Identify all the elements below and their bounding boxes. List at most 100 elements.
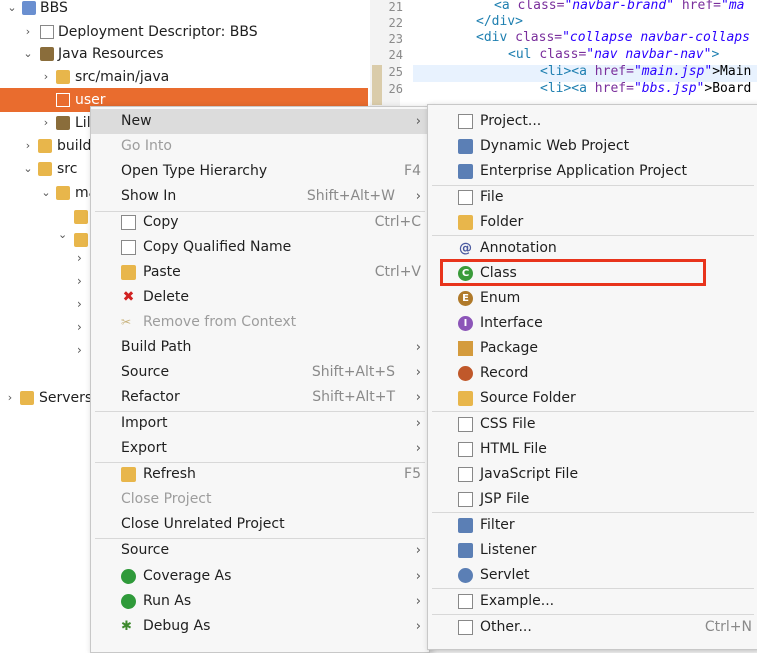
menu-item-open-type-hierarchy[interactable]: Open Type Hierarchy F4: [91, 159, 429, 184]
chevron-down-icon[interactable]: ⌄: [40, 181, 52, 205]
tree-item-java-resources[interactable]: ⌄ Java Resources: [0, 42, 368, 66]
menu-item-copy[interactable]: Copy Ctrl+C: [91, 210, 429, 235]
chevron-right-icon: ›: [415, 441, 421, 456]
line-number: 23: [388, 32, 403, 46]
tree-item-build[interactable]: › build: [0, 134, 92, 158]
menu-item-source-2[interactable]: Source ›: [91, 538, 429, 563]
menu-item-other[interactable]: Other... Ctrl+N: [428, 615, 757, 640]
tree-item-main[interactable]: ⌄ ma: [0, 181, 97, 205]
menu-item-javascript-file[interactable]: JavaScript File: [428, 462, 757, 487]
menu-item-close-unrelated-project[interactable]: Close Unrelated Project: [91, 512, 429, 537]
descriptor-icon: [40, 25, 54, 39]
jsp-file-icon: [458, 492, 473, 507]
menu-item-listener[interactable]: Listener: [428, 538, 757, 563]
file-icon: [458, 190, 473, 205]
highlight-box: [440, 259, 706, 286]
line-number: 26: [388, 82, 403, 96]
chevron-right-icon[interactable]: ›: [77, 274, 82, 288]
menu-item-export[interactable]: Export ›: [91, 436, 429, 461]
html-file-icon: [458, 442, 473, 457]
chevron-right-icon[interactable]: ›: [77, 251, 82, 265]
menu-item-servlet[interactable]: Servlet: [428, 563, 757, 588]
project-wizard-icon: [458, 114, 473, 129]
run-icon: [121, 594, 136, 609]
code-line: <ul class="nav navbar-nav">: [508, 47, 720, 62]
menu-item-jsp-file[interactable]: JSP File: [428, 487, 757, 512]
context-menu: New › Go Into Open Type Hierarchy F4 Sho…: [90, 106, 430, 653]
menu-item-build-path[interactable]: Build Path ›: [91, 335, 429, 360]
menu-item-close-project[interactable]: Close Project: [91, 487, 429, 512]
menu-item-remove-from-context[interactable]: ✂ Remove from Context: [91, 310, 429, 335]
menu-item-file[interactable]: File: [428, 185, 757, 210]
chevron-right-icon[interactable]: ›: [77, 320, 82, 334]
chevron-right-icon[interactable]: ›: [4, 386, 16, 410]
menu-item-record[interactable]: Record: [428, 361, 757, 386]
chevron-right-icon: ›: [415, 365, 421, 380]
chevron-right-icon[interactable]: ›: [77, 343, 82, 357]
menu-item-package[interactable]: Package: [428, 336, 757, 361]
tree-item-libraries[interactable]: › Lil: [0, 111, 91, 135]
tree-item-label: BBS: [40, 0, 68, 16]
tree-item-label: src: [57, 161, 78, 177]
menu-item-paste[interactable]: Paste Ctrl+V: [91, 260, 429, 285]
source-folder-icon: [458, 391, 473, 406]
menu-item-html-file[interactable]: HTML File: [428, 437, 757, 462]
tree-item-deployment-descriptor[interactable]: › Deployment Descriptor: BBS: [0, 20, 368, 44]
chevron-right-icon: ›: [415, 594, 421, 609]
menu-item-run-as[interactable]: Run As ›: [91, 589, 429, 614]
folder-icon: [74, 210, 88, 224]
menu-item-enterprise-application-project[interactable]: Enterprise Application Project: [428, 159, 757, 184]
chevron-right-icon: ›: [415, 340, 421, 355]
menu-item-filter[interactable]: Filter: [428, 513, 757, 538]
line-number: 22: [388, 16, 403, 30]
tree-item-label: Java Resources: [58, 46, 164, 62]
chevron-right-icon[interactable]: ›: [77, 297, 82, 311]
chevron-right-icon: ›: [415, 569, 421, 584]
chevron-down-icon[interactable]: ⌄: [58, 228, 67, 241]
project-icon: [22, 1, 36, 15]
new-submenu: Project... Dynamic Web Project Enterpris…: [427, 104, 757, 650]
example-icon: [458, 594, 473, 609]
library-icon: [56, 116, 70, 130]
tree-item-servers[interactable]: › Servers: [0, 386, 93, 410]
chevron-right-icon[interactable]: ›: [22, 134, 34, 158]
menu-item-import[interactable]: Import ›: [91, 411, 429, 436]
menu-item-new[interactable]: New ›: [91, 109, 429, 134]
chevron-right-icon[interactable]: ›: [40, 111, 52, 135]
menu-item-project[interactable]: Project...: [428, 109, 757, 134]
line-number: 21: [388, 0, 403, 14]
enum-icon: E: [458, 291, 473, 306]
menu-item-delete[interactable]: ✖ Delete: [91, 285, 429, 310]
servlet-icon: [458, 568, 473, 583]
menu-item-annotation[interactable]: @ Annotation: [428, 236, 757, 261]
menu-item-coverage-as[interactable]: Coverage As ›: [91, 564, 429, 589]
menu-item-example[interactable]: Example...: [428, 589, 757, 614]
menu-item-css-file[interactable]: CSS File: [428, 412, 757, 437]
tree-item-label: Servers: [39, 390, 93, 406]
menu-item-debug-as[interactable]: ✱ Debug As ›: [91, 614, 429, 639]
tree-item-src-main-java[interactable]: › src/main/java: [0, 65, 368, 89]
menu-item-copy-qualified-name[interactable]: Copy Qualified Name: [91, 235, 429, 260]
tree-item-src[interactable]: ⌄ src: [0, 157, 90, 181]
tree-item-bbs[interactable]: ⌄ BBS: [0, 0, 368, 20]
menu-item-enum[interactable]: E Enum: [428, 286, 757, 311]
tree-item-label: build: [57, 138, 92, 154]
chevron-right-icon[interactable]: ›: [22, 20, 34, 44]
menu-item-source-folder[interactable]: Source Folder: [428, 386, 757, 411]
menu-item-show-in[interactable]: Show In Shift+Alt+W ›: [91, 184, 429, 209]
debug-icon: ✱: [121, 619, 132, 634]
menu-item-dynamic-web-project[interactable]: Dynamic Web Project: [428, 134, 757, 159]
menu-item-source[interactable]: Source Shift+Alt+S ›: [91, 360, 429, 385]
chevron-down-icon[interactable]: ⌄: [6, 0, 18, 20]
menu-item-interface[interactable]: I Interface: [428, 311, 757, 336]
chevron-right-icon[interactable]: ›: [40, 65, 52, 89]
menu-item-folder[interactable]: Folder: [428, 210, 757, 235]
annotation-icon: @: [459, 241, 472, 256]
menu-item-go-into[interactable]: Go Into: [91, 134, 429, 159]
chevron-down-icon[interactable]: ⌄: [22, 42, 34, 66]
menu-item-refactor[interactable]: Refactor Shift+Alt+T ›: [91, 385, 429, 410]
menu-item-refresh[interactable]: Refresh F5: [91, 462, 429, 487]
code-line: </div>: [476, 14, 523, 29]
copy-icon: [121, 215, 136, 230]
chevron-down-icon[interactable]: ⌄: [22, 157, 34, 181]
